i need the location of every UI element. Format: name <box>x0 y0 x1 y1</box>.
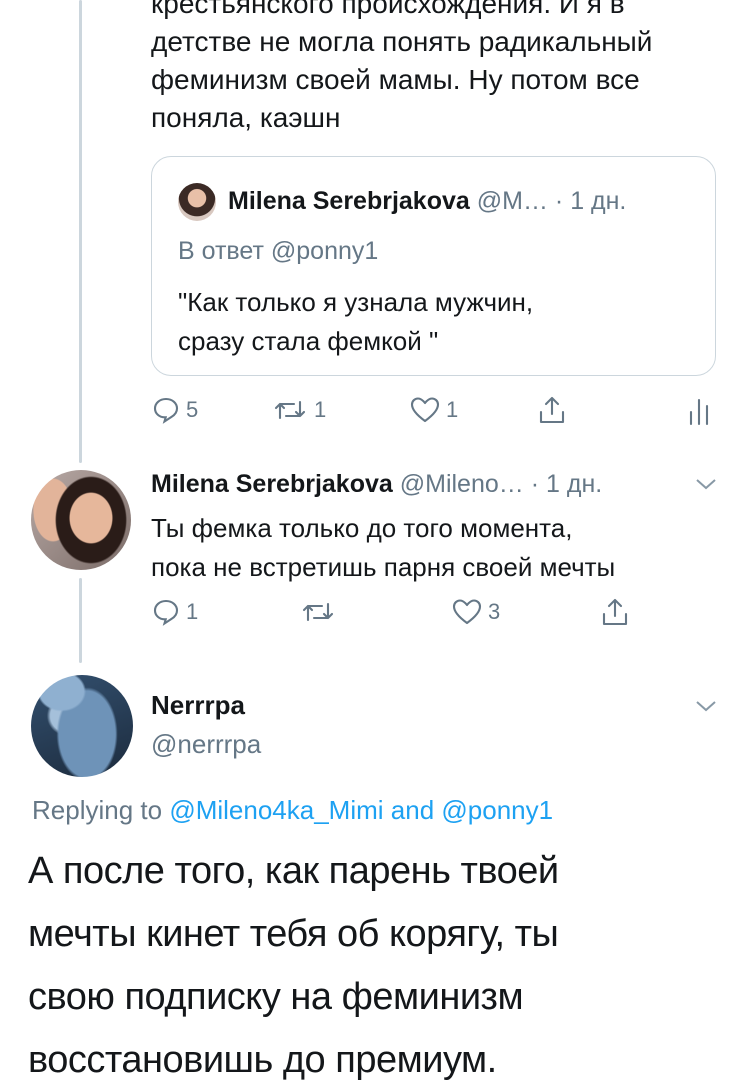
main-author-name[interactable]: Nerrrpa <box>151 690 245 721</box>
main-author-handle[interactable]: @nerrrpa <box>151 729 261 760</box>
quote-text: "Как только я узнала мужчин, сразу стала… <box>178 283 533 361</box>
main-tweet-line: свою подписку на феминизм <box>28 976 524 1018</box>
reply-text-line: Ты фемка только до того момента, <box>151 513 573 543</box>
avatar[interactable] <box>31 675 133 777</box>
reply-button[interactable]: 1 <box>152 598 198 626</box>
reply-header: Milena Serebrjakova @Mileno… · 1 дн. <box>151 470 602 499</box>
reply-text: Ты фемка только до того момента, пока не… <box>151 509 741 587</box>
reply-time: · 1 дн. <box>530 470 603 498</box>
main-tweet-line: А после того, как парень твоей <box>28 850 559 892</box>
quote-author-name[interactable]: Milena Serebrjakova <box>228 187 470 215</box>
like-count: 1 <box>446 397 459 422</box>
reply-button[interactable]: 5 <box>152 396 198 424</box>
reply-text-line: пока не встретишь парня своей мечты <box>151 552 616 582</box>
like-button[interactable]: 1 <box>410 396 458 424</box>
share-button[interactable] <box>537 394 567 426</box>
share-icon <box>602 598 628 626</box>
like-count: 3 <box>488 599 501 624</box>
reply-icon <box>153 397 179 424</box>
thread-line-top <box>79 0 82 463</box>
share-button[interactable] <box>600 596 630 628</box>
quote-reply-to: В ответ @ponny1 <box>178 237 379 265</box>
replying-to-user[interactable]: @Mileno4ka_Mimi <box>169 795 383 825</box>
chevron-down-icon[interactable] <box>694 698 718 714</box>
quote-author-handle[interactable]: @M… <box>477 187 548 215</box>
top-tweet-line: крестьянского происхождения. И я в <box>151 0 625 19</box>
quote-text-line: сразу стала фемкой " <box>178 326 439 356</box>
heart-icon <box>452 599 482 625</box>
top-tweet-line: детстве не могла понять радикальный <box>151 26 653 57</box>
avatar[interactable] <box>31 470 131 570</box>
quote-time: · 1 дн. <box>554 187 627 215</box>
quote-avatar[interactable] <box>178 183 216 221</box>
top-tweet-line: поняла, каэшн <box>151 102 341 133</box>
main-tweet-text: А после того, как парень твоей мечты кин… <box>28 840 738 1092</box>
quote-header: Milena Serebrjakova @M… · 1 дн. <box>228 187 626 216</box>
replying-to-label: Replying to <box>32 795 163 825</box>
main-tweet-line: восстановишь до премиум. <box>28 1039 497 1081</box>
top-tweet-text: крестьянского происхождения. И я в детст… <box>151 0 741 137</box>
analytics-icon <box>689 398 709 426</box>
reply-count: 1 <box>186 599 199 624</box>
main-tweet-line: мечты кинет тебя об корягу, ты <box>28 913 559 955</box>
analytics-button[interactable] <box>686 396 712 426</box>
thread-line-middle <box>79 578 82 663</box>
retweet-button[interactable]: 1 <box>272 396 326 424</box>
reply-icon <box>153 599 179 626</box>
share-icon <box>539 396 565 424</box>
top-tweet-line: феминизм своей мамы. Ну потом все <box>151 64 640 95</box>
replying-to-user[interactable]: @ponny1 <box>441 795 553 825</box>
retweet-count: 1 <box>314 397 327 422</box>
chevron-down-icon[interactable] <box>694 476 718 492</box>
reply-count: 5 <box>186 397 199 422</box>
reply-author-handle[interactable]: @Mileno… <box>400 470 524 498</box>
reply-author-name[interactable]: Milena Serebrjakova <box>151 470 393 498</box>
retweet-button[interactable] <box>300 598 342 626</box>
like-button[interactable]: 3 <box>452 598 500 626</box>
quoted-tweet-card[interactable]: Milena Serebrjakova @M… · 1 дн. В ответ … <box>151 156 716 376</box>
retweet-icon <box>302 602 334 622</box>
replying-to-and: and <box>390 795 435 825</box>
heart-icon <box>410 397 440 423</box>
retweet-icon <box>274 400 306 420</box>
replying-to: Replying to @Mileno4ka_Mimi and @ponny1 <box>32 795 553 826</box>
quote-text-line: "Как только я узнала мужчин, <box>178 287 534 317</box>
